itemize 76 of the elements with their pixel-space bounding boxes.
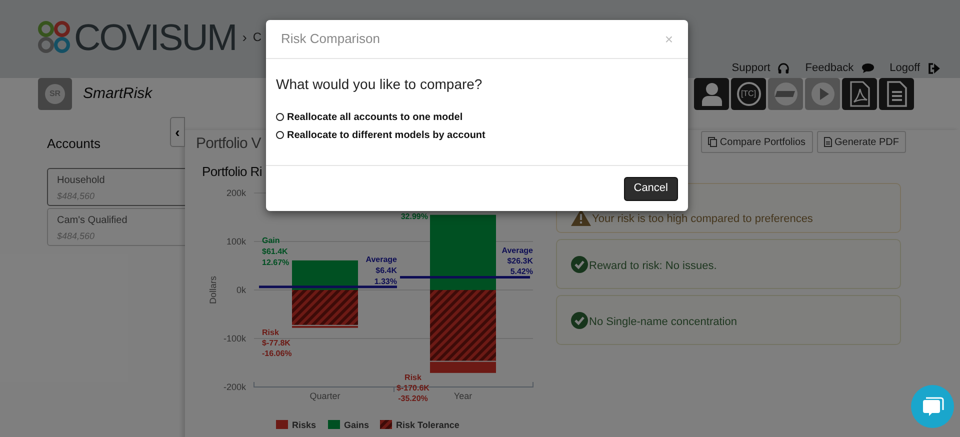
collapse-button[interactable]: ‹ <box>170 117 185 147</box>
cancel-button[interactable]: Cancel <box>624 176 678 200</box>
data-label: Average <box>366 255 397 264</box>
y-tick-label: -100k <box>223 334 246 344</box>
headset-icon <box>778 62 790 74</box>
document-icon <box>886 81 906 107</box>
risk-bar <box>430 362 496 373</box>
chart-title: Portfolio Ri <box>202 164 262 179</box>
option-label[interactable]: Reallocate all accounts to one model <box>287 110 463 124</box>
risk-bar <box>292 326 358 328</box>
option-label[interactable]: Reallocate to different models by account <box>287 128 486 142</box>
logout-icon <box>928 62 940 74</box>
y-tick-label: 100k <box>226 236 246 246</box>
data-label: $6.4K <box>376 266 397 275</box>
data-label: -35.20% <box>398 394 428 403</box>
data-label: Average <box>502 246 533 255</box>
pdf-icon <box>850 81 870 107</box>
logo-icon <box>38 21 70 53</box>
alert-text: Reward to risk: No issues. <box>589 258 717 274</box>
check-circle-icon <box>571 256 588 272</box>
data-label: $-77.8K <box>262 338 290 348</box>
sidebar-title: Accounts <box>47 135 100 154</box>
data-label: 32.99% <box>400 212 428 221</box>
toolbar-button[interactable] <box>842 78 877 110</box>
x-tick-label: Year <box>454 391 472 401</box>
data-label: $-170.6K <box>396 384 430 392</box>
x-tick-label: Quarter <box>310 391 340 401</box>
toolbar-action-button[interactable]: Generate PDF <box>816 131 906 153</box>
y-tick-label: 200k <box>226 188 246 198</box>
legend-label: Gains <box>344 420 370 430</box>
toolbar-action-button[interactable]: Compare Portfolios <box>700 131 813 153</box>
y-tick-label: 0k <box>236 285 246 295</box>
data-label: Risk <box>404 373 422 382</box>
copy-icon <box>708 137 717 147</box>
radio-button[interactable] <box>276 113 284 121</box>
data-label: 5.42% <box>510 267 533 276</box>
y-axis-label: Dollars <box>208 276 218 304</box>
account-name: Household <box>57 174 106 188</box>
data-label: $26.3K <box>507 256 533 266</box>
tc-icon: [TC] <box>736 82 760 106</box>
app-title: SmartRisk <box>83 84 152 104</box>
risk-tolerance-bar <box>292 290 358 325</box>
page-title: Portfolio V <box>196 134 261 154</box>
gain-bar <box>292 260 358 290</box>
legend-label: Risks <box>292 420 316 430</box>
header-link[interactable]: Feedback <box>805 60 874 76</box>
data-label: 12.67% <box>262 258 290 267</box>
risk-tolerance-bar <box>430 290 496 361</box>
toolbar-button[interactable] <box>879 78 914 110</box>
person-icon <box>700 82 722 106</box>
modal-title: Risk Comparison <box>281 30 380 48</box>
radio-button[interactable] <box>276 131 284 139</box>
data-label: 1.33% <box>374 277 397 286</box>
alert-text: Your risk is too high compared to preferences <box>592 212 813 227</box>
modal-question: What would you like to compare? <box>276 75 484 94</box>
check-circle-icon <box>571 312 588 328</box>
data-label: -16.06% <box>262 349 292 358</box>
alert-text: No Single-name concentration <box>589 314 737 330</box>
toolbar-button[interactable] <box>694 78 729 110</box>
legend-label: Risk Tolerance <box>396 420 460 430</box>
breadcrumb-link[interactable]: C <box>252 28 262 46</box>
play-icon <box>810 82 834 106</box>
data-label: $61.4K <box>262 247 288 256</box>
data-label: Risk <box>262 328 279 337</box>
chat-icon <box>922 396 944 416</box>
file-icon <box>824 137 832 147</box>
breadcrumb-separator: › <box>242 28 247 46</box>
header-link[interactable]: Support <box>732 60 790 76</box>
brand-name: COVISUM <box>74 18 236 56</box>
toolbar-button[interactable]: [TC] <box>731 78 766 110</box>
account-name: Cam's Qualified <box>57 214 128 228</box>
data-label: Gain <box>262 236 280 245</box>
header-link[interactable]: Logoff <box>890 60 940 76</box>
y-tick-label: -200k <box>223 382 246 392</box>
comment-icon <box>862 63 874 74</box>
ticket-icon <box>772 82 798 106</box>
